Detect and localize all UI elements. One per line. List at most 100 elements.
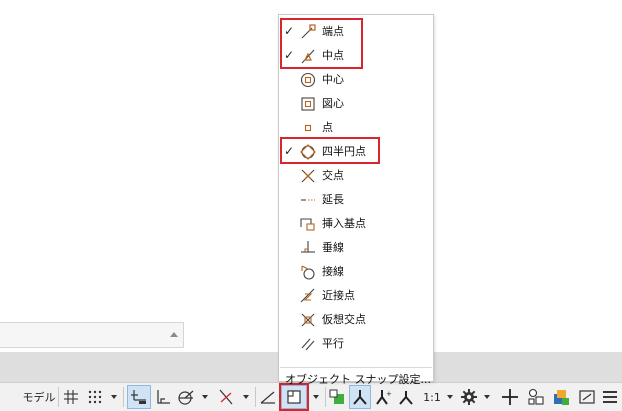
- ortho-icon: [157, 390, 170, 404]
- grid-icon: [64, 390, 78, 404]
- object-snap-settings-item[interactable]: オブジェクト スナップ設定...: [285, 373, 431, 387]
- auto-scale-icon: +: [376, 390, 392, 405]
- menu-item-nearest[interactable]: 近接点: [279, 284, 433, 308]
- isolate-objects-icon: [528, 388, 544, 405]
- menu-item-label: 四半円点: [322, 145, 366, 158]
- annotation-icon: [399, 391, 413, 405]
- status-separator: [325, 387, 326, 407]
- hardware-acceleration-button[interactable]: [549, 385, 573, 409]
- isometric-drafting-button[interactable]: [215, 385, 237, 409]
- scale-dropdown[interactable]: [444, 385, 456, 409]
- snap-mode-dropdown[interactable]: [108, 385, 120, 409]
- menu-item-label: 点: [322, 121, 333, 134]
- polar-tracking-button[interactable]: [176, 385, 196, 409]
- menu-item-geometric-center[interactable]: 図心: [279, 92, 433, 116]
- ortho-mode-button[interactable]: [153, 385, 173, 409]
- polar-tracking-icon: [178, 390, 194, 405]
- auto-scale-button[interactable]: +: [373, 385, 393, 409]
- menu-item-midpoint[interactable]: ✓ 中点: [279, 44, 433, 68]
- chevron-down-icon: [111, 395, 117, 399]
- plus-icon: [502, 389, 518, 405]
- svg-text:+: +: [386, 390, 392, 398]
- selection-cycling-icon: [329, 389, 344, 404]
- object-snap-tracking-button[interactable]: [258, 385, 278, 409]
- menu-item-intersection[interactable]: 交点: [279, 164, 433, 188]
- menu-item-label: 交点: [322, 169, 344, 182]
- menu-item-apparent-intersection[interactable]: 仮想交点: [279, 308, 433, 332]
- object-snap-menu: ✓ 端点 ✓ 中点 中心 図心 点 ✓ 四半円点 交点 延長 挿入基点 垂線 接…: [278, 14, 434, 386]
- menu-item-parallel[interactable]: 平行: [279, 332, 433, 356]
- annotation-scale-button[interactable]: [396, 385, 416, 409]
- geometric-center-icon: [301, 97, 315, 111]
- parallel-icon: [301, 338, 315, 351]
- menu-item-label: 中心: [322, 73, 344, 86]
- menu-item-label: 平行: [322, 337, 344, 350]
- gear-icon: [461, 389, 477, 405]
- chevron-down-icon: [243, 395, 249, 399]
- command-line-input[interactable]: [0, 322, 184, 348]
- object-snap-icon: [287, 390, 301, 404]
- annotation-monitor-button[interactable]: [499, 385, 521, 409]
- intersection-icon: [301, 169, 315, 183]
- model-space-label: モデル: [22, 391, 56, 404]
- status-separator: [58, 387, 59, 407]
- insertion-icon: [300, 218, 315, 231]
- object-snap-dropdown[interactable]: [310, 385, 322, 409]
- fullscreen-button[interactable]: [577, 385, 597, 409]
- infer-constraints-button[interactable]: [127, 385, 151, 409]
- checkmark-icon: ✓: [284, 48, 295, 62]
- menu-divider: [280, 367, 432, 368]
- menu-item-label: 中点: [322, 49, 344, 62]
- status-separator: [123, 387, 124, 407]
- menu-item-label: 仮想交点: [322, 313, 366, 326]
- object-snap-tracking-icon: [260, 391, 275, 404]
- extension-icon: [301, 199, 315, 201]
- perpendicular-icon: [301, 241, 315, 253]
- selection-cycling-button[interactable]: [327, 385, 347, 409]
- scale-selector[interactable]: 1:1: [420, 385, 444, 409]
- annotation-scale-icon: [353, 390, 367, 405]
- menu-item-extension[interactable]: 延長: [279, 188, 433, 212]
- menu-item-label: 接線: [322, 265, 344, 278]
- hardware-acceleration-icon: [554, 390, 569, 405]
- menu-item-label: 図心: [322, 97, 344, 110]
- hamburger-menu-icon: [603, 391, 617, 403]
- menu-item-node[interactable]: 点: [279, 116, 433, 140]
- menu-item-insertion[interactable]: 挿入基点: [279, 212, 433, 236]
- menu-item-center[interactable]: 中心: [279, 68, 433, 92]
- workspace-switch-button[interactable]: [459, 385, 479, 409]
- node-icon: [304, 124, 312, 132]
- customization-menu-button[interactable]: [600, 385, 620, 409]
- annotation-visibility-button[interactable]: [349, 385, 371, 409]
- polar-tracking-dropdown[interactable]: [199, 385, 211, 409]
- nearest-icon: [300, 288, 315, 303]
- chevron-down-icon: [484, 395, 490, 399]
- center-icon: [300, 72, 316, 88]
- snap-dots-icon: [88, 390, 102, 404]
- isometric-icon: [219, 389, 233, 405]
- model-space-button[interactable]: モデル: [20, 385, 58, 409]
- isolate-objects-button[interactable]: [525, 385, 547, 409]
- snap-mode-button[interactable]: [85, 385, 105, 409]
- object-snap-button[interactable]: [279, 383, 309, 411]
- menu-item-endpoint[interactable]: ✓ 端点: [279, 20, 433, 44]
- checkmark-icon: ✓: [284, 24, 295, 38]
- menu-item-label: 端点: [322, 25, 344, 38]
- command-history-arrow-icon[interactable]: [170, 332, 178, 337]
- tangent-icon: [301, 265, 315, 280]
- menu-item-quadrant[interactable]: ✓ 四半円点: [279, 140, 433, 164]
- menu-item-tangent[interactable]: 接線: [279, 260, 433, 284]
- workspace-dropdown[interactable]: [481, 385, 493, 409]
- scale-label: 1:1: [423, 390, 441, 404]
- fullscreen-icon: [579, 390, 595, 404]
- status-separator: [255, 387, 256, 407]
- endpoint-icon: [301, 24, 316, 39]
- midpoint-icon: [301, 49, 315, 64]
- menu-item-label: 近接点: [322, 289, 355, 302]
- menu-item-perpendicular[interactable]: 垂線: [279, 236, 433, 260]
- checkmark-icon: ✓: [284, 144, 295, 158]
- menu-item-label: 挿入基点: [322, 217, 366, 230]
- menu-item-label: 延長: [322, 193, 344, 206]
- grid-display-button[interactable]: [61, 385, 81, 409]
- isometric-dropdown[interactable]: [240, 385, 252, 409]
